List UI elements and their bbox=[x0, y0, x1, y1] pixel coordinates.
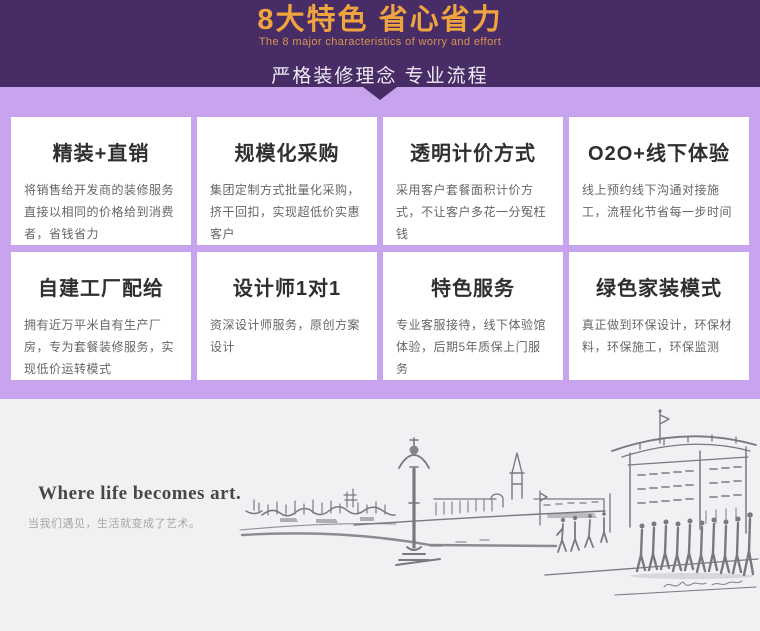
feature-card-title: 精装+直销 bbox=[52, 143, 150, 165]
art-headline: Where life becomes art. bbox=[38, 483, 242, 504]
hero-subtitle: The 8 major characteristics of worry and… bbox=[258, 36, 502, 48]
feature-card-title: 规模化采购 bbox=[234, 143, 340, 165]
arrow-down-icon bbox=[363, 87, 397, 100]
features-section: 精装+直销 将销售给开发商的装修服务直接以相同的价格给到消费者，省钱省力 规模化… bbox=[0, 87, 760, 399]
feature-card-title: 设计师1对1 bbox=[232, 278, 342, 300]
feature-card: 设计师1对1 资深设计师服务，原创方案设计 bbox=[197, 252, 377, 380]
feature-card-desc: 线上预约线下沟通对接施工，流程化节省每一步时间 bbox=[582, 183, 733, 219]
hero-tagline: 严格装修理念 专业流程 bbox=[271, 66, 489, 87]
feature-card-grid: 精装+直销 将销售给开发商的装修服务直接以相同的价格给到消费者，省钱省力 规模化… bbox=[0, 87, 760, 380]
feature-card-desc: 资深设计师服务，原创方案设计 bbox=[210, 318, 361, 354]
art-section: Where life becomes art. 当我们遇见，生活就变成了艺术。 bbox=[0, 399, 760, 631]
feature-card: 自建工厂配给 拥有近万平米自有生产厂房，专为套餐装修服务，实现低价运转模式 bbox=[11, 252, 191, 380]
feature-card: O2O+线下体验 线上预约线下沟通对接施工，流程化节省每一步时间 bbox=[569, 117, 749, 245]
art-caption: 当我们遇见，生活就变成了艺术。 bbox=[28, 518, 201, 530]
feature-card-desc: 集团定制方式批量化采购，挤干回扣，实现超低价实惠客户 bbox=[210, 183, 361, 241]
feature-card: 规模化采购 集团定制方式批量化采购，挤干回扣，实现超低价实惠客户 bbox=[197, 117, 377, 245]
hero-banner: 8大特色 省心省力 The 8 major characteristics of… bbox=[0, 0, 760, 87]
feature-card-desc: 将销售给开发商的装修服务直接以相同的价格给到消费者，省钱省力 bbox=[24, 183, 175, 241]
feature-card: 精装+直销 将销售给开发商的装修服务直接以相同的价格给到消费者，省钱省力 bbox=[11, 117, 191, 245]
hero-title: 8大特色 省心省力 bbox=[257, 4, 503, 36]
feature-card: 透明计价方式 采用客户套餐面积计价方式，不让客户多花一分冤枉钱 bbox=[383, 117, 563, 245]
feature-card-title: 透明计价方式 bbox=[410, 143, 536, 165]
feature-card-title: 绿色家装模式 bbox=[596, 278, 722, 300]
feature-card-title: 特色服务 bbox=[431, 278, 515, 300]
promo-page: 8大特色 省心省力 The 8 major characteristics of… bbox=[0, 0, 760, 631]
feature-card-title: 自建工厂配给 bbox=[38, 278, 164, 300]
feature-card: 特色服务 专业客服接待，线下体验馆体验，后期5年质保上门服务 bbox=[383, 252, 563, 380]
feature-card: 绿色家装模式 真正做到环保设计，环保材料，环保施工，环保监测 bbox=[569, 252, 749, 380]
feature-card-desc: 拥有近万平米自有生产厂房，专为套餐装修服务，实现低价运转模式 bbox=[24, 318, 175, 376]
feature-card-desc: 专业客服接待，线下体验馆体验，后期5年质保上门服务 bbox=[396, 318, 547, 376]
feature-card-desc: 采用客户套餐面积计价方式，不让客户多花一分冤枉钱 bbox=[396, 183, 547, 241]
feature-card-title: O2O+线下体验 bbox=[588, 143, 730, 165]
feature-card-desc: 真正做到环保设计，环保材料，环保施工，环保监测 bbox=[582, 318, 733, 354]
